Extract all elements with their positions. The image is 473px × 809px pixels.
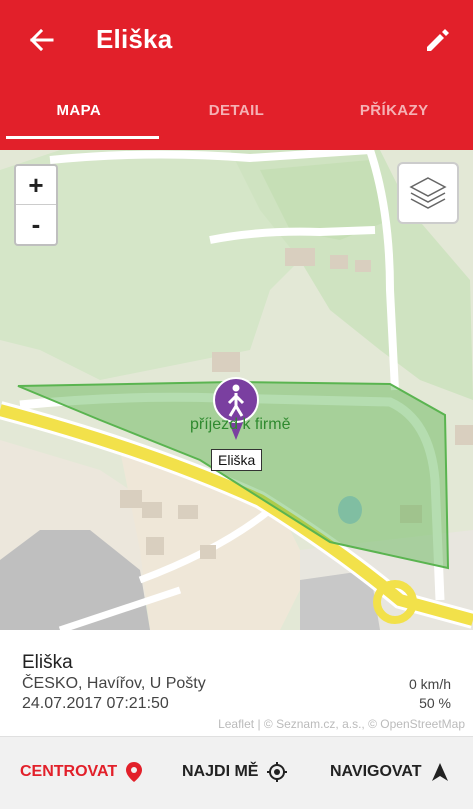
find-me-button-label: NAJDI MĚ [182,763,259,780]
page-title: Eliška [96,24,173,54]
map-attribution[interactable]: Leaflet | © Seznam.cz, a.s., © OpenStree… [218,717,465,731]
location-timestamp: 24.07.2017 07:21:50 [22,695,169,712]
navigate-button[interactable]: NAVIGOVAT [330,761,450,783]
geofence-label: příjezd k firmě [190,416,291,433]
pencil-icon [427,29,449,51]
person-name: Eliška [22,652,73,673]
zoom-out-button[interactable]: - [16,205,56,244]
my-location-icon [267,762,288,782]
layers-button[interactable] [397,162,459,224]
navigation-arrow-icon [431,763,448,781]
speed-value: 0 km/h [408,676,451,692]
toolbar: Eliška [0,0,473,80]
edit-button[interactable] [417,20,457,60]
center-button[interactable]: CENTROVAT [20,761,143,783]
tab-mapa[interactable]: MAPA [0,88,158,140]
zoom-control: + - [14,164,58,246]
center-button-label: CENTROVAT [20,763,118,780]
tab-prikazy[interactable]: PŘÍKAZY [315,88,473,140]
tab-detail[interactable]: DETAIL [158,88,316,140]
find-me-button[interactable]: NAJDI MĚ [182,761,288,783]
person-marker-label[interactable]: Eliška [211,449,263,471]
tab-bar: MAPA DETAIL PŘÍKAZY [0,88,473,140]
battery-value: 50 % [419,695,451,711]
zoom-in-button[interactable]: + [16,166,56,205]
action-bar: CENTROVAT NAJDI MĚ NAVIGOVAT [0,736,473,809]
layers-icon [409,177,447,209]
location-address: ČESKO, Havířov, U Pošty [22,675,206,692]
active-tab-indicator [6,136,159,139]
arrow-left-icon [29,28,54,52]
app-bar: Eliška MAPA DETAIL PŘÍKAZY [0,0,473,150]
back-button[interactable] [22,22,62,58]
info-panel: Eliška ČESKO, Havířov, U Pošty 24.07.201… [0,630,473,736]
map-view[interactable]: + - příjezd k firmě Eliška [0,150,473,630]
navigate-button-label: NAVIGOVAT [330,763,422,780]
location-pin-icon [126,762,143,782]
